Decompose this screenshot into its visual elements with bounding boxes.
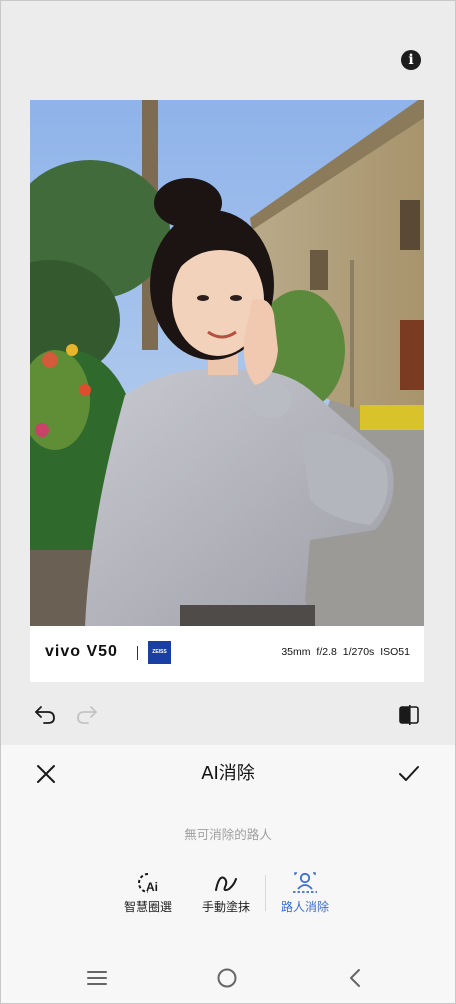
brush-stroke-icon: [215, 876, 237, 892]
tool-passerby-remove[interactable]: 路人消除: [265, 871, 345, 915]
brand-text: vivo V50: [45, 643, 118, 660]
tool-smart-select[interactable]: Ai 智慧圈選: [108, 871, 188, 915]
passerby-remove-icon: [293, 872, 317, 893]
app-frame: i vivo V50 ZEISS 35mm f/2.8 1/270s ISO51…: [0, 0, 456, 1004]
undo-icon[interactable]: [33, 702, 57, 726]
photo-preview-area: i vivo V50 ZEISS 35mm f/2.8 1/270s ISO51: [1, 1, 455, 745]
menu-icon[interactable]: [86, 970, 108, 986]
photo: [30, 100, 424, 626]
tool-label: 智慧圈選: [123, 900, 172, 914]
svg-text:Ai: Ai: [146, 880, 158, 894]
status-message: 無可消除的路人: [184, 827, 272, 842]
zeiss-logo: ZEISS: [148, 641, 171, 664]
photo-watermark: vivo V50 ZEISS 35mm f/2.8 1/270s ISO51: [30, 626, 424, 682]
tool-label: 手動塗抹: [201, 900, 250, 914]
redo-icon[interactable]: [75, 702, 99, 726]
info-icon[interactable]: i: [401, 50, 421, 70]
brand-divider: [137, 646, 138, 660]
tool-label: 路人消除: [280, 900, 329, 914]
home-icon[interactable]: [216, 967, 238, 989]
photo-card: vivo V50 ZEISS 35mm f/2.8 1/270s ISO51: [30, 100, 424, 682]
panel-title: AI消除: [201, 763, 255, 784]
exif-info: 35mm f/2.8 1/270s ISO51: [281, 646, 410, 658]
compare-icon[interactable]: [397, 703, 421, 727]
check-icon[interactable]: [397, 763, 421, 785]
ai-select-icon: Ai: [138, 873, 158, 894]
back-icon[interactable]: [347, 967, 363, 989]
tool-manual-brush[interactable]: 手動塗抹: [186, 871, 266, 915]
ai-erase-panel: AI消除 無可消除的路人 Ai 智慧圈選 手動塗抹 路人消除: [1, 745, 455, 1003]
